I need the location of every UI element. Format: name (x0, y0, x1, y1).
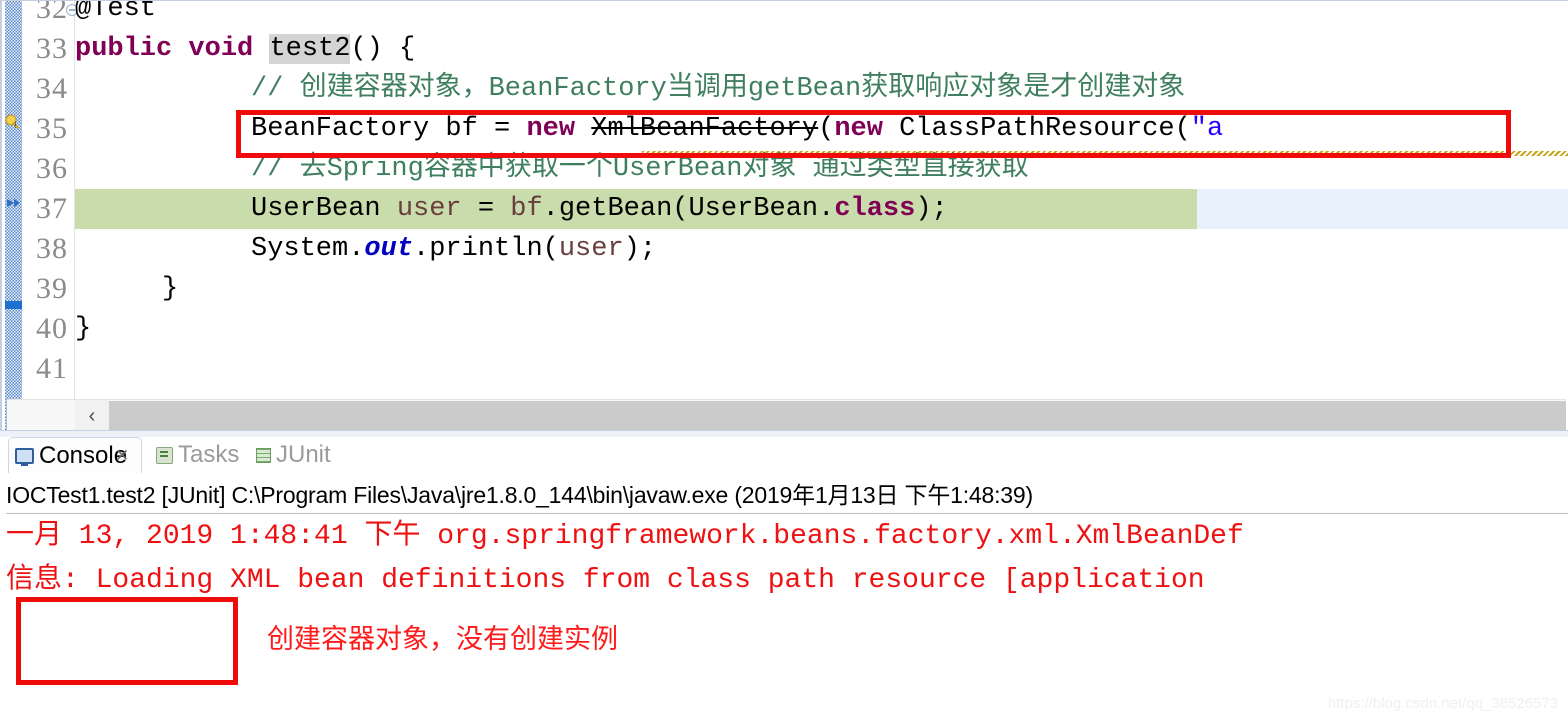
comment-text: // 创建容器对象，BeanFactory当调用getBean获取响应对象是才创… (251, 74, 1186, 104)
beanfactory-declaration: BeanFactory bf = (251, 114, 527, 144)
local-var-user: user (396, 194, 462, 224)
code-line-39[interactable]: } (162, 269, 1568, 309)
deprecated-class-xmlbeanfactory: XmlBeanFactory (591, 114, 819, 144)
open-paren-2: ( (1174, 114, 1191, 144)
annotation-red-box-empty (16, 597, 238, 685)
tasks-clipboard-icon (156, 446, 173, 464)
code-line-34[interactable]: // 创建容器对象，BeanFactory当调用getBean获取响应对象是才创… (251, 69, 1568, 109)
method-name-test2: test2 (269, 34, 351, 64)
annotation-note-text: 创建容器对象，没有创建实例 (267, 624, 618, 655)
tab-console[interactable]: Console ✕ (8, 437, 142, 473)
type-userbean: UserBean (251, 194, 397, 224)
annotation-overview-ruler[interactable] (5, 1, 22, 432)
local-var-user-arg: user (558, 234, 624, 264)
method-signature-tail: () { (350, 34, 416, 64)
close-icon[interactable]: ✕ (115, 438, 129, 474)
println-call: .println( (413, 234, 559, 264)
assign-operator: = (461, 194, 511, 224)
getbean-call: .getBean(UserBean. (542, 194, 835, 224)
statement-end: ); (915, 194, 948, 224)
line-number: 34 (36, 72, 68, 105)
annotation-test: @Test (75, 0, 157, 24)
code-line-40[interactable]: } (75, 309, 1568, 349)
console-launch-configuration-line: IOCTest1.test2 [JUnit] C:\Program Files\… (6, 477, 1568, 514)
svg-text:!: ! (14, 120, 17, 130)
console-output-line: 信息: Loading XML bean definitions from cl… (6, 565, 1205, 596)
tab-junit[interactable]: JUnit (256, 437, 331, 473)
line-number: 33 (36, 32, 68, 65)
keyword-class: class (834, 194, 916, 224)
implements-marker-icon[interactable] (5, 195, 21, 211)
keyword-new-2: new (834, 114, 883, 144)
scroll-left-arrow-icon[interactable]: ‹ (75, 400, 109, 432)
code-line-32[interactable]: @Test (75, 0, 1568, 29)
line-number: 38 (36, 232, 68, 265)
console-output-line: 一月 13, 2019 1:48:41 下午 org.springframewo… (6, 521, 1244, 552)
watermark: https://blog.csdn.net/qq_38526573 (1327, 695, 1558, 712)
keyword-modifiers: public void (75, 34, 270, 64)
editor-horizontal-scrollbar[interactable]: ‹ (7, 399, 1566, 432)
tab-junit-label: JUnit (276, 441, 331, 468)
static-field-out: out (364, 234, 414, 264)
tab-tasks[interactable]: Tasks (156, 437, 239, 473)
scrollbar-thumb[interactable] (109, 401, 1566, 432)
code-line-38[interactable]: System.out.println(user); (251, 229, 1568, 269)
string-literal: "a (1190, 114, 1224, 144)
line-number: 40 (36, 312, 68, 345)
keyword-new: new (526, 114, 576, 144)
class-classpathresource: ClassPathResource (882, 114, 1175, 144)
code-editor-pane[interactable]: 32 33 34 35 36 37 38 39 40 41 ! @Test pu… (0, 0, 1568, 432)
code-line-33[interactable]: public void test2() { (75, 29, 1568, 69)
line-number: 32 (36, 0, 68, 25)
line-number: 41 (36, 352, 68, 385)
local-var-bf: bf (510, 194, 543, 224)
closing-brace-class: } (75, 314, 92, 344)
code-line-41[interactable] (75, 349, 1568, 389)
tab-console-label: Console (39, 441, 128, 469)
code-line-36[interactable]: // 去Spring容器中获取一个UserBean对象 通过类型直接获取 (251, 149, 1568, 189)
tab-tasks-label: Tasks (178, 441, 240, 468)
comment-text: // 去Spring容器中获取一个UserBean对象 通过类型直接获取 (251, 154, 1029, 184)
line-number: 37 (36, 192, 68, 225)
line-number-gutter[interactable]: 32 33 34 35 36 37 38 39 40 41 (22, 1, 75, 399)
closing-brace-method: } (162, 274, 179, 304)
annotation-ruler-marker[interactable] (5, 301, 22, 309)
system-ref: System. (251, 234, 365, 264)
statement-end: ); (623, 234, 657, 264)
line-number: 39 (36, 272, 68, 305)
console-monitor-icon (15, 447, 34, 466)
deprecation-warning-icon[interactable]: ! (5, 113, 21, 130)
code-line-37[interactable]: UserBean user = bf.getBean(UserBean.clas… (251, 189, 1568, 229)
console-tab-bar[interactable]: Console ✕ Tasks JUnit (8, 437, 1568, 473)
line-number: 36 (36, 152, 68, 185)
open-paren: ( (818, 114, 835, 144)
junit-grid-icon (256, 447, 271, 463)
line-number: 35 (36, 112, 68, 145)
code-line-35[interactable]: BeanFactory bf = new XmlBeanFactory(new … (251, 109, 1568, 149)
